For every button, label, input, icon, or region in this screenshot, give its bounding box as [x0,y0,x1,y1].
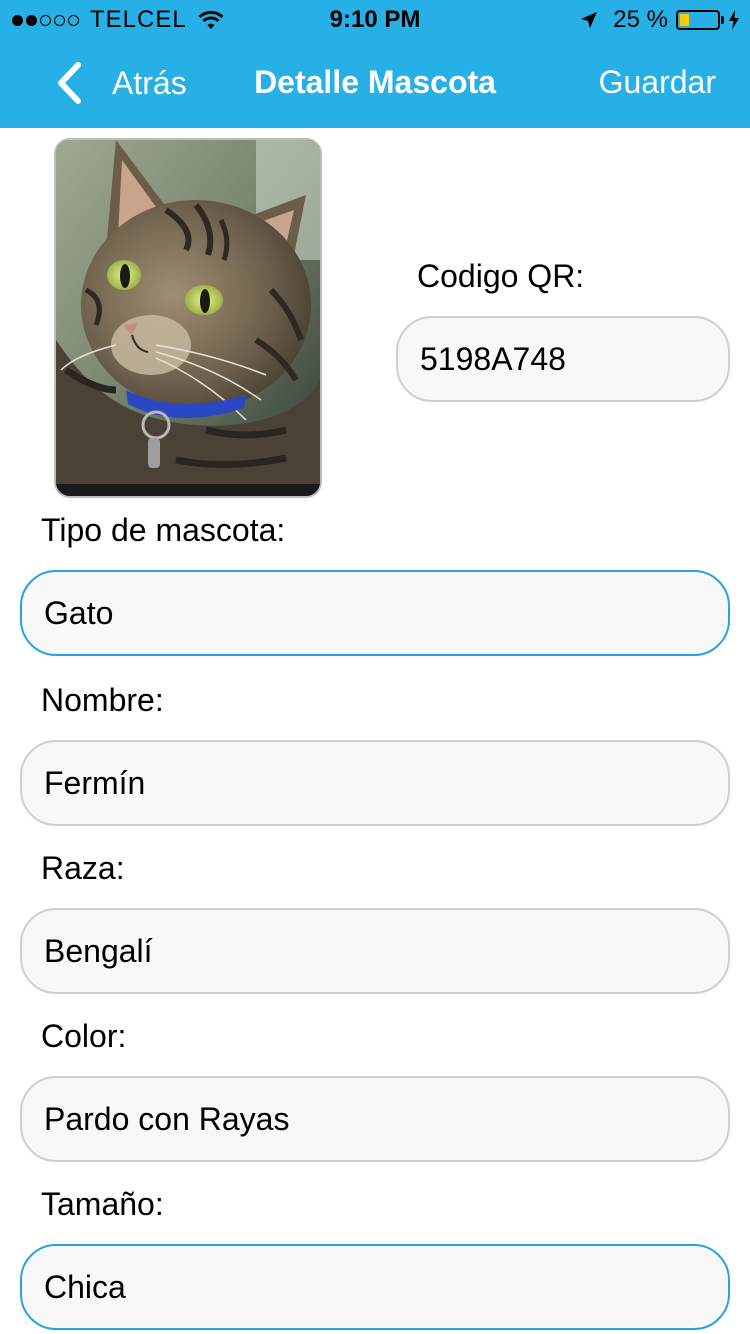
pet-type-label: Tipo de mascota: [41,512,286,548]
qr-code-field[interactable]: 5198A748 [396,316,730,402]
status-right: 25 % [579,6,740,34]
pet-type-field[interactable]: Gato [20,570,730,656]
size-field[interactable]: Chica [20,1244,730,1330]
cat-photo-image [56,140,320,496]
charging-bolt-icon [729,10,739,30]
name-value: Fermín [44,764,146,801]
breed-label: Raza: [41,850,125,886]
qr-code-value: 5198A748 [420,340,566,377]
size-value: Chica [44,1268,126,1305]
pet-type-value: Gato [44,594,114,631]
size-label: Tamaño: [41,1186,164,1222]
top-bar: TELCEL 9:10 PM 25 % Atrás Detalle Mascot… [0,0,750,128]
breed-value: Bengalí [44,932,153,969]
navigation-bar: Atrás Detalle Mascota Guardar [0,40,750,128]
color-label: Color: [41,1018,127,1054]
pet-photo[interactable] [54,138,322,498]
battery-fill [680,14,689,26]
name-label: Nombre: [41,682,164,718]
qr-label: Codigo QR: [417,258,585,294]
save-button[interactable]: Guardar [599,64,716,101]
battery-percent: 25 % [613,6,668,33]
name-field[interactable]: Fermín [20,740,730,826]
breed-field[interactable]: Bengalí [20,908,730,994]
status-bar: TELCEL 9:10 PM 25 % [0,0,750,40]
color-value: Pardo con Rayas [44,1100,290,1137]
location-arrow-icon [581,12,598,28]
battery-icon [676,10,720,30]
color-field[interactable]: Pardo con Rayas [20,1076,730,1162]
battery-tip [721,16,724,24]
